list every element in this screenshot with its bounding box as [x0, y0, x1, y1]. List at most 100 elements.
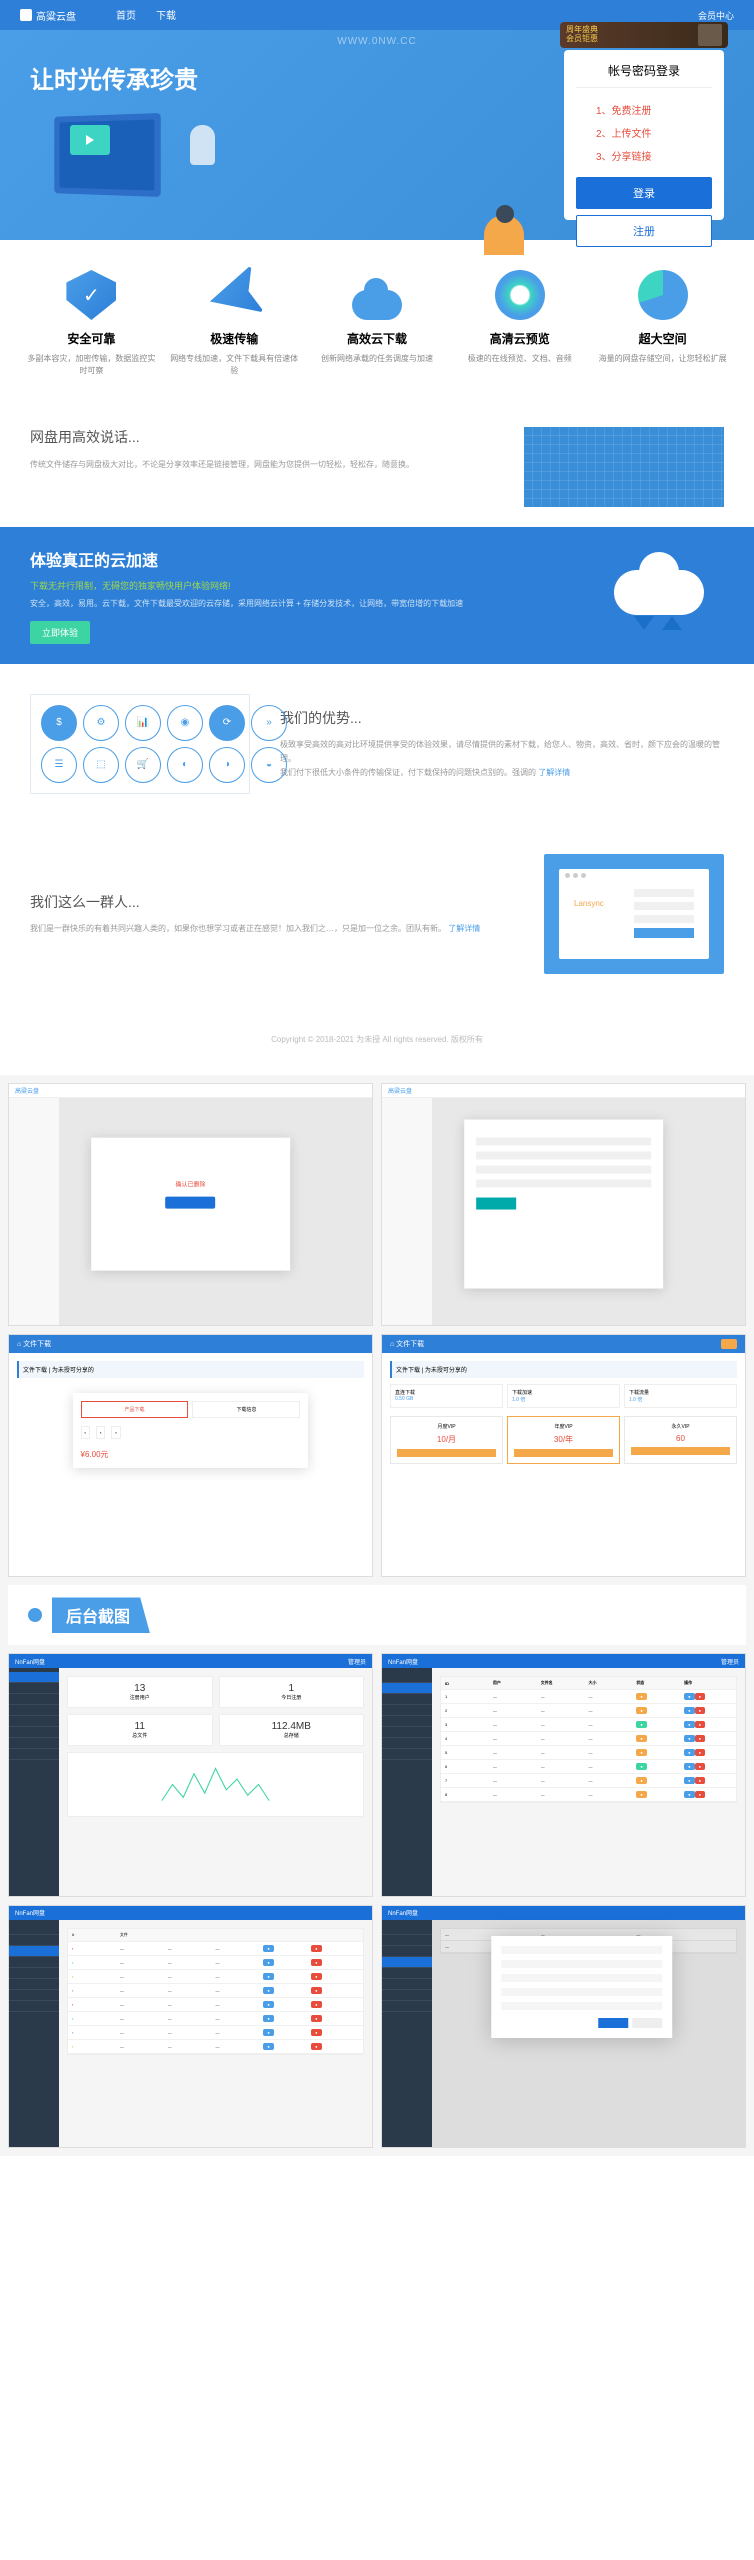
menu-item[interactable]	[9, 1694, 59, 1705]
bullet-icon	[28, 1608, 42, 1622]
nav-home[interactable]: 首页	[116, 0, 136, 32]
modal-field[interactable]	[501, 2002, 663, 2010]
price-display: ¥6.00元	[81, 1449, 301, 1460]
menu-item[interactable]	[9, 1705, 59, 1716]
menu-item[interactable]	[9, 1683, 59, 1694]
feature-space: 超大空间 海量的网盘存储空间，让您轻松扩展	[598, 270, 727, 377]
table-row[interactable]: ▪———●●	[68, 1998, 363, 2012]
menu-item[interactable]	[9, 1716, 59, 1727]
cloud-icon	[352, 270, 402, 320]
team-illustration: Lansync	[544, 854, 724, 974]
table-row[interactable]: 1———●●●	[441, 1690, 736, 1704]
modal-save-button[interactable]	[598, 2018, 628, 2028]
try-now-button[interactable]: 立即体验	[30, 621, 90, 644]
menu-item[interactable]	[9, 1672, 59, 1683]
cloud-sync-icon	[604, 560, 724, 630]
price-yearly[interactable]: 年度VIP 30/年	[507, 1416, 620, 1464]
price-monthly[interactable]: 月度VIP 10/月	[390, 1416, 503, 1464]
menu-item[interactable]	[9, 1749, 59, 1760]
tab-product[interactable]: 产品下载	[81, 1401, 189, 1418]
banner-text: 体验真正的云加速 下载无并行限制，无碍您的独家畅快用户体验网络! 安全，高效，易…	[30, 547, 584, 644]
feature-preview: 高清云预览 极速的在线预览、文档、音频	[456, 270, 585, 377]
logo-text: 高粱云盘	[36, 8, 76, 23]
hero-title: 让时光传承珍贵	[30, 60, 564, 95]
advantage-text: 我们的优势... 极致享受高效的高对比环境提供享受的体验效果，请尽情提供的素材下…	[280, 708, 724, 779]
table-row[interactable]: 2———●●●	[441, 1704, 736, 1718]
login-steps: 1、免费注册 2、上传文件 3、分享链接	[576, 88, 712, 177]
screenshot-download-payment: ⌂ 文件下载 文件下载 | 为未授可分享的 产品下载 下载信息 ▪ ▪ ▪ ¥6…	[8, 1334, 373, 1577]
advantage-illustration: $⚙📊 ◉⟳» ☰⬚🛒 ◐◑◒	[30, 694, 250, 794]
table-row[interactable]: 5———●●●	[441, 1746, 736, 1760]
modal-field[interactable]	[501, 1974, 663, 1982]
testimonial-section: 网盘用高效说话... 传统文件储存与网盘极大对比，不论是分享效率还是链接管理，网…	[0, 407, 754, 527]
ad-banner[interactable]: 周年盛典 会员钜惠	[560, 22, 728, 48]
table-row[interactable]: ▪———●●	[68, 2026, 363, 2040]
edit-modal	[491, 1936, 673, 2038]
ad-image	[698, 24, 722, 46]
play-card-icon	[70, 125, 110, 155]
nav-download[interactable]: 下载	[156, 0, 176, 32]
plane-icon	[204, 264, 265, 325]
tab-info[interactable]: 下载信息	[193, 1401, 301, 1418]
footer: Copyright © 2018-2021 为未授 All rights res…	[0, 1004, 754, 1075]
modal-save-button[interactable]	[476, 1198, 516, 1210]
table-row[interactable]: ▪———●●	[68, 2012, 363, 2026]
table-row[interactable]: 3———●●●	[441, 1718, 736, 1732]
modal-cancel-button[interactable]	[632, 2018, 662, 2028]
team-learn-more-link[interactable]: 了解详情	[448, 924, 480, 933]
section-title: 后台截图	[52, 1597, 150, 1633]
price-lifetime[interactable]: 永久VIP 60	[624, 1416, 737, 1464]
modal-confirm-button[interactable]	[165, 1197, 215, 1209]
hero-section: WWW.0NW.CC 让时光传承珍贵 周年盛典 会员钜惠 帐号密码登录 1、免费…	[0, 30, 754, 240]
speaker-icon	[190, 125, 215, 165]
login-panel: 周年盛典 会员钜惠 帐号密码登录 1、免费注册 2、上传文件 3、分享链接 登录…	[564, 50, 724, 220]
modal-field[interactable]	[501, 1988, 663, 1996]
accelerate-banner: 体验真正的云加速 下载无并行限制，无碍您的独家畅快用户体验网络! 安全，高效，易…	[0, 527, 754, 664]
testimonial-text: 网盘用高效说话... 传统文件储存与网盘极大对比，不论是分享效率还是链接管理，网…	[30, 427, 504, 507]
table-row[interactable]: ▪———●●	[68, 1956, 363, 1970]
step-3: 3、分享链接	[596, 144, 712, 167]
table-row[interactable]: ▪———●●	[68, 1970, 363, 1984]
nav-member[interactable]: 会员中心	[698, 9, 734, 22]
table-row[interactable]: 7———●●●	[441, 1774, 736, 1788]
table-row[interactable]: ▪———●●	[68, 1984, 363, 1998]
menu-item[interactable]	[9, 1727, 59, 1738]
login-button[interactable]: 登录	[576, 177, 712, 209]
stat-storage: 112.4MB总存储	[219, 1714, 365, 1746]
ad-text: 周年盛典 会员钜惠	[566, 26, 598, 44]
screenshot-upload-modal: 高粱云盘 确认已删除	[8, 1083, 373, 1326]
screenshots-grid: 高粱云盘 确认已删除 高粱云盘 ⌂ 文件下载 文件下载 | 为未授可分享的 产品…	[0, 1075, 754, 2156]
table-row[interactable]: ▪———●●	[68, 1942, 363, 1956]
screenshot-download-pricing: ⌂ 文件下载 文件下载 | 为未授可分享的 直连下载 0.50 GB 下载加速 …	[381, 1334, 746, 1577]
header-button[interactable]	[721, 1339, 737, 1349]
users-table: ID用户文件名大小状态操作 1———●●● 2———●●● 3———●●● 4—…	[440, 1676, 737, 1803]
arrow-up-icon	[662, 616, 682, 630]
learn-more-link[interactable]: 了解详情	[538, 768, 570, 777]
modal-field[interactable]	[501, 1946, 663, 1954]
table-row[interactable]: 8———●●●	[441, 1788, 736, 1802]
features-section: 安全可靠 多副本容灾，加密传输，数据监控实时可察 极速传输 网络专线加速，文件下…	[0, 240, 754, 407]
testimonial-image	[524, 427, 724, 507]
admin-sidebar	[9, 1668, 59, 1895]
table-row[interactable]: ▪———●●	[68, 2040, 363, 2054]
team-text: 我们这么一群人... 我们是一群快乐的有着共同兴趣人类的，如果你也想学习或者正在…	[30, 892, 514, 936]
table-row[interactable]: 4———●●●	[441, 1732, 736, 1746]
screenshot-admin-dashboard: NnFan网盘管理员 13注册用户 1今日注册 11总文件 112.4MB总存储	[8, 1653, 373, 1896]
step-1: 1、免费注册	[596, 98, 712, 121]
watermark: WWW.0NW.CC	[337, 36, 416, 47]
main-nav: 首页 下载	[116, 0, 176, 32]
hero-illustration	[30, 105, 564, 255]
logo[interactable]: 高粱云盘	[20, 8, 76, 23]
step-2: 2、上传文件	[596, 121, 712, 144]
arrow-down-icon	[634, 616, 654, 630]
login-title: 帐号密码登录	[576, 62, 712, 88]
modal-field[interactable]	[501, 1960, 663, 1968]
menu-item[interactable]	[9, 1738, 59, 1749]
table-row[interactable]: 6———●●●	[441, 1760, 736, 1774]
stat-files: 11总文件	[67, 1714, 213, 1746]
advantage-section: $⚙📊 ◉⟳» ☰⬚🛒 ◐◑◒ 我们的优势... 极致享受高效的高对比环境提供享…	[0, 664, 754, 824]
logo-icon	[20, 9, 32, 21]
feature-speed: 极速传输 网络专线加速，文件下载具有倍速体验	[170, 270, 299, 377]
register-button[interactable]: 注册	[576, 215, 712, 247]
screenshot-admin-edit-modal: NnFan网盘 ——— ———	[381, 1905, 746, 2148]
